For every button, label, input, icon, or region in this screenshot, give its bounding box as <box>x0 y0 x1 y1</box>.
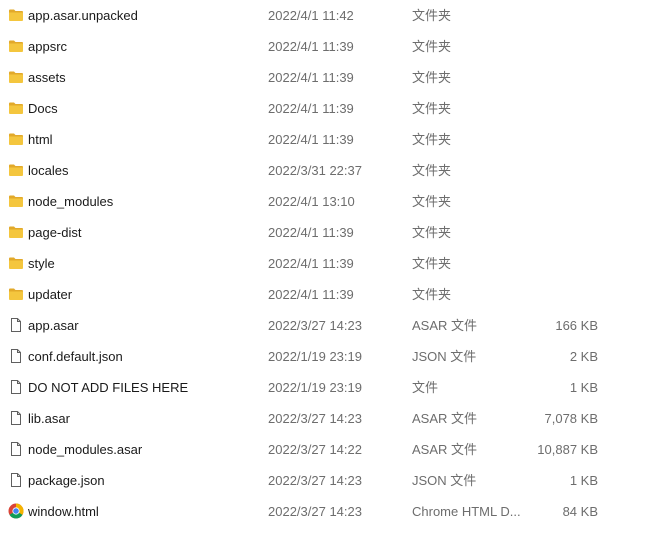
file-name: DO NOT ADD FILES HERE <box>28 380 189 395</box>
file-icon <box>8 410 24 426</box>
file-size: 10,887 KB <box>537 442 598 457</box>
file-modified-date: 2022/4/1 11:39 <box>268 101 354 116</box>
file-name: Docs <box>28 101 58 116</box>
file-row[interactable]: conf.default.json 2022/1/19 23:19 JSON 文件 2… <box>0 341 670 372</box>
file-modified-date: 2022/4/1 11:39 <box>268 39 354 54</box>
file-name: window.html <box>28 504 99 519</box>
file-type: JSON 文件 <box>412 349 477 364</box>
chrome-html-icon <box>8 503 24 519</box>
file-name: style <box>28 256 55 271</box>
file-modified-date: 2022/4/1 13:10 <box>268 194 355 209</box>
file-type: 文件夹 <box>412 132 452 147</box>
file-row[interactable]: updater 2022/4/1 11:39 文件夹 <box>0 279 670 310</box>
file-modified-date: 2022/3/27 14:23 <box>268 411 362 426</box>
folder-icon <box>8 69 24 85</box>
folder-icon <box>8 193 24 209</box>
file-row[interactable]: html 2022/4/1 11:39 文件夹 <box>0 124 670 155</box>
file-name: page-dist <box>28 225 82 240</box>
file-name: app.asar.unpacked <box>28 8 138 23</box>
file-size: 1 KB <box>569 473 598 488</box>
file-icon <box>8 472 24 488</box>
file-modified-date: 2022/4/1 11:39 <box>268 256 354 271</box>
file-icon <box>8 441 24 457</box>
file-modified-date: 2022/4/1 11:42 <box>268 8 354 23</box>
file-name: conf.default.json <box>28 349 123 364</box>
file-row[interactable]: page-dist 2022/4/1 11:39 文件夹 <box>0 217 670 248</box>
file-type: 文件夹 <box>412 225 452 240</box>
file-modified-date: 2022/3/27 14:22 <box>268 442 362 457</box>
file-type: ASAR 文件 <box>412 318 478 333</box>
file-row[interactable]: appsrc 2022/4/1 11:39 文件夹 <box>0 31 670 62</box>
file-type: 文件夹 <box>412 287 452 302</box>
file-modified-date: 2022/4/1 11:39 <box>268 225 354 240</box>
file-row[interactable]: node_modules 2022/4/1 13:10 文件夹 <box>0 186 670 217</box>
folder-icon <box>8 100 24 116</box>
file-type: 文件夹 <box>412 163 452 178</box>
file-size: 7,078 KB <box>544 411 599 426</box>
file-row[interactable]: app.asar.unpacked 2022/4/1 11:42 文件夹 <box>0 0 670 31</box>
file-name: lib.asar <box>28 411 70 426</box>
file-size: 84 KB <box>562 504 598 519</box>
file-modified-date: 2022/3/27 14:23 <box>268 504 362 519</box>
file-size: 2 KB <box>569 349 598 364</box>
file-name: app.asar <box>28 318 79 333</box>
file-type: 文件夹 <box>412 8 452 23</box>
file-size: 166 KB <box>555 318 598 333</box>
file-modified-date: 2022/3/31 22:37 <box>268 163 362 178</box>
folder-icon <box>8 255 24 271</box>
folder-icon <box>8 286 24 302</box>
file-type: ASAR 文件 <box>412 411 478 426</box>
file-name: node_modules <box>28 194 114 209</box>
file-row[interactable]: package.json 2022/3/27 14:23 JSON 文件 1 KB <box>0 465 670 496</box>
file-type: 文件夹 <box>412 39 452 54</box>
file-modified-date: 2022/3/27 14:23 <box>268 473 362 488</box>
file-row[interactable]: Docs 2022/4/1 11:39 文件夹 <box>0 93 670 124</box>
file-row[interactable]: node_modules.asar 2022/3/27 14:22 ASAR 文件 1… <box>0 434 670 465</box>
file-name: assets <box>28 70 66 85</box>
file-name: html <box>28 132 53 147</box>
folder-icon <box>8 131 24 147</box>
file-type: 文件夹 <box>412 70 452 85</box>
file-row[interactable]: assets 2022/4/1 11:39 文件夹 <box>0 62 670 93</box>
folder-icon <box>8 7 24 23</box>
file-type: 文件 <box>412 380 439 395</box>
file-modified-date: 2022/3/27 14:23 <box>268 318 362 333</box>
file-icon <box>8 348 24 364</box>
file-type: Chrome HTML D... <box>412 504 521 519</box>
file-name: updater <box>28 287 73 302</box>
file-row[interactable]: lib.asar 2022/3/27 14:23 ASAR 文件 7,078 KB <box>0 403 670 434</box>
folder-icon <box>8 224 24 240</box>
file-row[interactable]: app.asar 2022/3/27 14:23 ASAR 文件 166 KB <box>0 310 670 341</box>
file-modified-date: 2022/1/19 23:19 <box>268 380 362 395</box>
file-type: ASAR 文件 <box>412 442 478 457</box>
file-row[interactable]: style 2022/4/1 11:39 文件夹 <box>0 248 670 279</box>
file-icon <box>8 379 24 395</box>
file-modified-date: 2022/4/1 11:39 <box>268 287 354 302</box>
file-type: JSON 文件 <box>412 473 477 488</box>
file-modified-date: 2022/4/1 11:39 <box>268 132 354 147</box>
file-name: appsrc <box>28 39 68 54</box>
file-size: 1 KB <box>569 380 598 395</box>
file-type: 文件夹 <box>412 101 452 116</box>
file-name: package.json <box>28 473 105 488</box>
file-name: node_modules.asar <box>28 442 143 457</box>
file-type: 文件夹 <box>412 194 452 209</box>
file-modified-date: 2022/4/1 11:39 <box>268 70 354 85</box>
file-modified-date: 2022/1/19 23:19 <box>268 349 362 364</box>
file-row[interactable]: DO NOT ADD FILES HERE 2022/1/19 23:19 文件 1 … <box>0 372 670 403</box>
file-type: 文件夹 <box>412 256 452 271</box>
file-name: locales <box>28 163 69 178</box>
folder-icon <box>8 162 24 178</box>
file-row[interactable]: window.html 2022/3/27 14:23 Chrome HTML D.… <box>0 496 670 527</box>
file-row[interactable]: locales 2022/3/31 22:37 文件夹 <box>0 155 670 186</box>
file-icon <box>8 317 24 333</box>
folder-icon <box>8 38 24 54</box>
